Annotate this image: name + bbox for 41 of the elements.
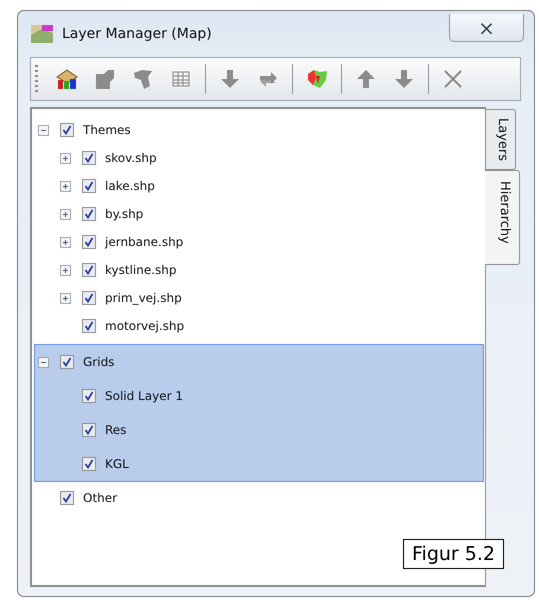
collapse-icon[interactable] (38, 124, 49, 136)
checkbox[interactable] (60, 123, 74, 137)
collapse-icon[interactable] (38, 356, 49, 368)
window-title: Layer Manager (Map) (62, 26, 213, 42)
checkbox[interactable] (82, 151, 96, 165)
layer-label: motorvej.shp (105, 319, 184, 333)
expand-icon[interactable] (60, 208, 71, 220)
figure-caption: Figur 5.2 (403, 539, 504, 569)
checkbox[interactable] (82, 179, 96, 193)
layer-label: lake.shp (105, 179, 155, 193)
layer-label: Grids (83, 355, 114, 369)
checkbox[interactable] (82, 263, 96, 277)
tab[interactable]: Hierarchy (485, 170, 520, 265)
layer-label: Other (83, 491, 118, 505)
tab[interactable]: Layers (486, 109, 516, 170)
expand-icon[interactable] (60, 264, 71, 276)
checkbox[interactable] (82, 319, 96, 333)
checkbox[interactable] (82, 389, 96, 403)
layer-label: KGL (105, 457, 129, 471)
checkbox[interactable] (82, 423, 96, 437)
expand-icon[interactable] (60, 292, 71, 304)
layer-label: Themes (83, 123, 131, 137)
checkbox[interactable] (82, 457, 96, 471)
layer-label: jernbane.shp (105, 235, 184, 249)
app-icon (30, 23, 54, 45)
layer-label: skov.shp (105, 151, 157, 165)
expand-icon[interactable] (60, 236, 71, 248)
layer-label: Res (105, 423, 126, 437)
map-icon[interactable] (305, 68, 329, 90)
layer-label: kystline.shp (105, 263, 177, 277)
layer-label: prim_vej.shp (105, 291, 182, 305)
layer-label: Solid Layer 1 (105, 389, 183, 403)
checkbox[interactable] (60, 491, 74, 505)
checkbox[interactable] (82, 291, 96, 305)
checkbox[interactable] (60, 355, 74, 369)
expand-icon[interactable] (60, 152, 71, 164)
checkbox[interactable] (82, 207, 96, 221)
checkbox[interactable] (82, 235, 96, 249)
layer-label: by.shp (105, 207, 144, 221)
close-button[interactable]: ⨯ (449, 14, 524, 42)
expand-icon[interactable] (60, 180, 71, 192)
